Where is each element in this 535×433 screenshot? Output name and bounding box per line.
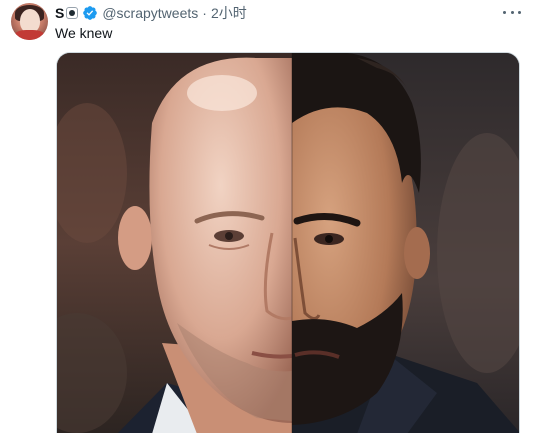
user-avatar[interactable] <box>11 3 48 40</box>
tweet-card[interactable]: S @scrapytweets · 2小时 We knew <box>0 0 535 433</box>
more-options-icon[interactable] <box>503 6 521 18</box>
soccer-ball-icon <box>66 7 79 19</box>
author-handle[interactable]: @scrapytweets <box>102 4 198 22</box>
split-face-photo <box>57 53 519 433</box>
avatar-shirt <box>14 30 45 40</box>
tweet-timestamp[interactable]: 2小时 <box>211 4 247 22</box>
verified-badge-icon[interactable] <box>82 5 98 21</box>
tweet-header: S @scrapytweets · 2小时 <box>55 4 247 22</box>
tweet-text: We knew <box>55 25 113 41</box>
separator-dot: · <box>202 5 207 21</box>
tweet-media-photo[interactable] <box>56 52 520 433</box>
author-name[interactable]: S <box>55 4 64 22</box>
